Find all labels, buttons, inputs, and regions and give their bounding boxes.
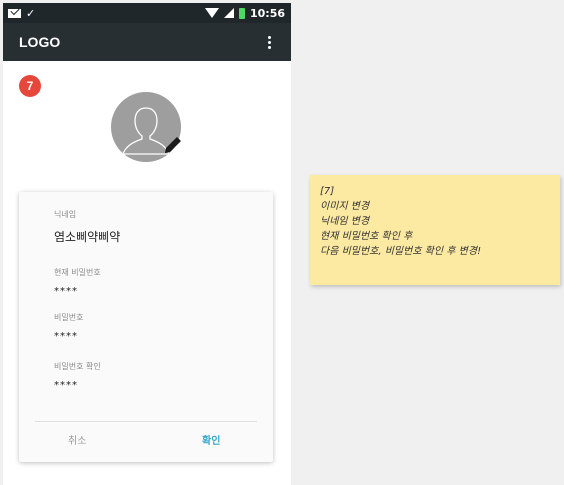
current-password-field[interactable]: 현재 비밀번호 **** [54, 267, 101, 297]
app-bar: LOGO [3, 23, 291, 61]
signal-icon [223, 8, 234, 18]
edit-icon[interactable] [162, 134, 184, 156]
status-left: ✓ [8, 8, 35, 19]
annotation-badge: 7 [19, 75, 41, 97]
current-password-label: 현재 비밀번호 [54, 268, 101, 277]
note-line: 현재 비밀번호 확인 후 [320, 231, 413, 242]
nickname-label: 닉네임 [54, 210, 77, 219]
note-line: [7] [320, 186, 335, 197]
battery-icon [238, 7, 245, 19]
wifi-icon [204, 8, 219, 18]
current-password-value[interactable]: **** [54, 286, 101, 297]
note-line: 이미지 변경 [320, 201, 370, 212]
password-label: 비밀번호 [54, 313, 84, 322]
sticky-note: [7] 이미지 변경 닉네임 변경 현재 비밀번호 확인 후 다음 비밀번호, … [310, 175, 560, 285]
password-confirm-label: 비밀번호 확인 [54, 362, 101, 371]
note-line: 닉네임 변경 [320, 216, 370, 227]
app-logo[interactable]: LOGO [19, 34, 60, 50]
password-field[interactable]: 비밀번호 **** [54, 312, 83, 342]
confirm-button[interactable]: 확인 [202, 432, 220, 447]
dialog-divider [35, 421, 257, 422]
profile-edit-dialog: 닉네임 염소삐약삐약 현재 비밀번호 **** 비밀번호 **** 비밀번호 확… [19, 192, 273, 462]
password-value[interactable]: **** [54, 331, 83, 342]
mail-icon [8, 8, 21, 18]
cancel-button[interactable]: 취소 [68, 432, 86, 447]
nickname-value[interactable]: 염소삐약삐약 [54, 228, 120, 245]
password-confirm-field[interactable]: 비밀번호 확인 **** [54, 361, 101, 391]
status-bar: ✓ 10:56 [3, 3, 291, 23]
password-confirm-value[interactable]: **** [54, 380, 101, 391]
note-line: 다음 비밀번호, 비밀번호 확인 후 변경! [320, 246, 482, 257]
status-time: 10:56 [249, 6, 285, 20]
status-right: 10:56 [204, 6, 285, 20]
nickname-field[interactable]: 닉네임 염소삐약삐약 [54, 209, 120, 245]
phone-screen: ✓ 10:56 LOGO 7 닉네임 염소삐약삐약 현재 비밀번호 **** 비… [3, 3, 291, 485]
kebab-menu-icon[interactable] [264, 32, 275, 53]
check-icon: ✓ [26, 6, 36, 20]
